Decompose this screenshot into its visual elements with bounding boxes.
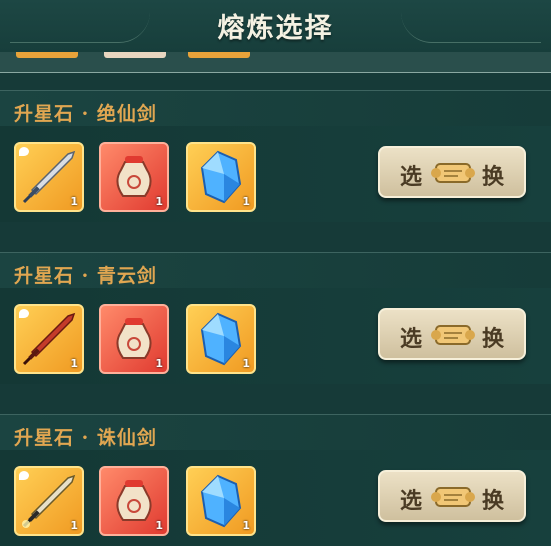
item-slot-sword[interactable]: 1 [14, 142, 84, 212]
previous-row-strip [0, 52, 551, 73]
item-count: 1 [70, 357, 78, 370]
item-slot-sword[interactable]: 1 [14, 304, 84, 374]
row-body: 1 1 1 选 换 [0, 126, 551, 222]
item-slot-crystal[interactable]: 1 [186, 466, 256, 536]
item-count: 1 [242, 357, 250, 370]
button-label-right: 换 [481, 488, 504, 514]
item-count: 1 [70, 519, 78, 532]
item-count: 1 [155, 519, 163, 532]
item-slot-crystal[interactable]: 1 [186, 142, 256, 212]
select-swap-button[interactable]: 选 换 [378, 470, 526, 522]
scroll-icon [431, 487, 475, 507]
row-header: 升星石 · 绝仙剑 [0, 90, 551, 127]
scroll-icon [431, 325, 475, 345]
button-label-right: 换 [481, 326, 504, 352]
item-slot-pouch[interactable]: 1 [99, 304, 169, 374]
button-label-left: 选 [400, 488, 423, 514]
button-label-left: 选 [400, 326, 423, 352]
item-count: 1 [155, 195, 163, 208]
select-swap-button[interactable]: 选 换 [378, 308, 526, 360]
row-label: 升星石 · 绝仙剑 [14, 103, 157, 125]
row-header: 升星石 · 青云剑 [0, 252, 551, 289]
header-bar: 熔炼选择 [0, 0, 551, 52]
page-title: 熔炼选择 [217, 13, 334, 44]
row-body: 1 1 1 选 换 [0, 288, 551, 384]
row-header: 升星石 · 诛仙剑 [0, 414, 551, 451]
item-slot-pouch[interactable]: 1 [99, 466, 169, 536]
row-label: 升星石 · 诛仙剑 [14, 427, 157, 449]
item-slot-crystal[interactable]: 1 [186, 304, 256, 374]
item-slot-sword[interactable]: 1 [14, 466, 84, 536]
select-swap-button[interactable]: 选 换 [378, 146, 526, 198]
row-body: 1 1 1 选 换 [0, 450, 551, 546]
item-count: 1 [242, 195, 250, 208]
item-count: 1 [242, 519, 250, 532]
item-slot-pouch[interactable]: 1 [99, 142, 169, 212]
button-label-right: 换 [481, 164, 504, 190]
item-count: 1 [155, 357, 163, 370]
button-label-left: 选 [400, 164, 423, 190]
scroll-icon [431, 163, 475, 183]
row-label: 升星石 · 青云剑 [14, 265, 157, 287]
item-count: 1 [70, 195, 78, 208]
